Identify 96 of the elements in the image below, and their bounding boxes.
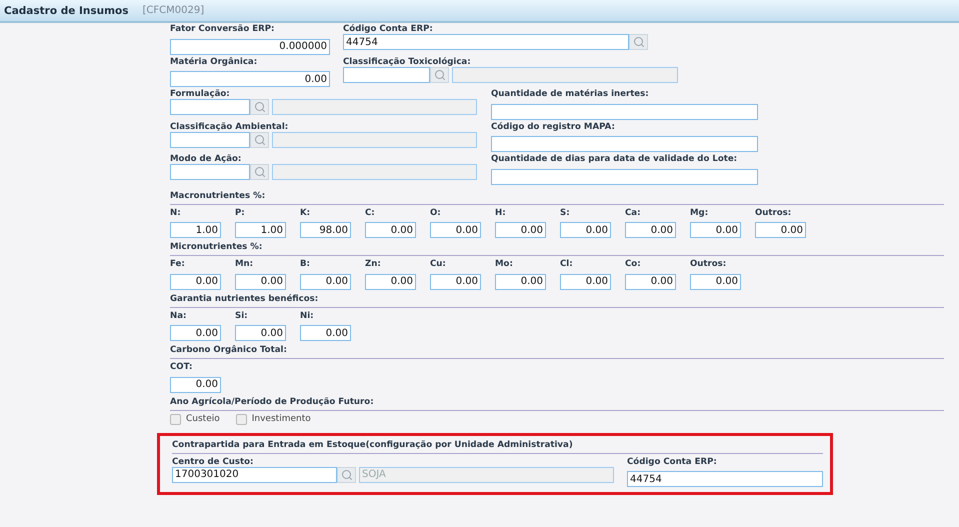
search-button[interactable] [250,132,269,148]
code-field[interactable] [170,99,250,115]
field-label: Centro de Custo: [172,456,254,466]
field-label: Formulação: [170,89,231,99]
search-icon [254,101,266,113]
code-field[interactable] [170,132,250,148]
number-field[interactable]: 0.00 [625,274,676,290]
field-label: COT: [170,362,194,372]
number-field[interactable]: 1.00 [235,222,286,238]
description-field[interactable] [272,132,477,148]
field-label: Mn: [235,259,254,269]
field-label: Código Conta ERP: [627,456,718,466]
number-field[interactable]: 0.00 [560,222,611,238]
field-label: C: [365,208,376,218]
number-field[interactable]: 0.00 [365,222,416,238]
text-field[interactable] [491,136,758,152]
description-field[interactable] [272,99,477,115]
search-icon [632,36,644,48]
field-label: Co: [625,259,642,269]
field-label: O: [430,208,442,218]
field-label: P: [235,208,246,218]
field-label: Outros: [755,208,792,218]
section-title: Garantia nutrientes benéficos: [170,290,944,308]
number-field[interactable]: 0.00 [430,222,481,238]
field-label: K: [300,208,312,218]
description-field[interactable] [272,164,477,180]
search-icon [434,68,446,80]
number-field[interactable]: 98.00 [300,222,351,238]
number-field[interactable]: 0.00 [495,222,546,238]
window-title: Cadastro de Insumos [4,4,129,16]
field-label: Mg: [690,208,710,218]
field-label: Código do registro MAPA: [491,122,616,132]
text-field[interactable] [491,104,758,120]
number-field[interactable]: 0.00 [235,325,286,341]
field-label: Si: [235,310,249,320]
field-label: Quantidade de dias para data de validade do Lote: [491,154,738,164]
search-icon [254,134,266,146]
field-label: Ca: [625,208,642,218]
number-field[interactable]: 0.00 [235,274,286,290]
text-field[interactable] [491,168,758,184]
section-title: Micronutrientes %: [170,238,944,256]
search-button[interactable] [337,466,356,482]
field-label: B: [300,259,311,269]
checkbox-option[interactable]: Investimento [236,414,311,424]
field-label: Outros: [690,259,728,269]
field-label: Matéria Orgânica: [170,56,258,66]
field-label: Código Conta ERP: [343,24,434,34]
code-field[interactable] [170,164,250,180]
number-field[interactable]: 0.00 [170,376,221,392]
number-field[interactable]: 0.00 [755,222,806,238]
field-label: Na: [170,310,188,320]
section-title: Macronutrientes %: [170,186,944,204]
field-label: Mo: [495,259,514,269]
field-label: H: [495,208,507,218]
number-field[interactable]: 0.00 [430,274,481,290]
search-icon [254,166,266,178]
field-label: Modo de Ação: [170,154,242,164]
number-field[interactable]: 0.00 [170,71,330,87]
number-field[interactable]: 0.00 [495,274,546,290]
search-button[interactable] [250,164,269,180]
field-label: Ni: [300,310,315,320]
checkbox-option[interactable]: Custeio [170,414,220,424]
search-button[interactable] [629,34,648,50]
code-field[interactable]: 44754 [343,34,629,50]
code-field[interactable] [343,66,430,82]
number-field[interactable]: 0.00 [365,274,416,290]
number-field[interactable]: 0.00 [625,222,676,238]
code-field[interactable]: 44754 [627,471,823,487]
section-title: Carbono Orgânico Total: [170,341,944,359]
description-field[interactable] [452,66,678,82]
number-field[interactable]: 1.00 [170,222,221,238]
field-label: Zn: [365,259,382,269]
field-label: S: [560,208,571,218]
number-field[interactable]: 0.000000 [170,38,330,54]
field-label: Cl: [560,259,574,269]
field-label: Classificação Toxicológica: [343,56,472,66]
field-label: Quantidade de matérias inertes: [491,89,650,99]
section-title: Contrapartida para Entrada em Estoque(configuração por Unidade Administrativa) [172,436,823,454]
field-label: Cu: [430,259,447,269]
number-field[interactable]: 0.00 [170,274,221,290]
number-field[interactable]: 0.00 [300,274,351,290]
code-field[interactable]: 1700301020 [172,466,337,482]
field-label: Fe: [170,259,186,269]
search-button[interactable] [250,99,269,115]
number-field[interactable]: 0.00 [690,222,741,238]
number-field[interactable]: 0.00 [170,325,221,341]
number-field[interactable]: 0.00 [300,325,351,341]
screen-code: [CFCM0029] [142,5,204,16]
number-field[interactable]: 0.00 [560,274,611,290]
field-label: N: [170,208,182,218]
search-button[interactable] [430,66,449,82]
field-label: Classificação Ambiental: [170,122,290,132]
number-field[interactable]: 0.00 [690,274,741,290]
field-label: Fator Conversão ERP: [170,24,276,34]
section-title: Ano Agrícola/Período de Produção Futuro: [170,392,944,410]
search-icon [340,468,352,480]
